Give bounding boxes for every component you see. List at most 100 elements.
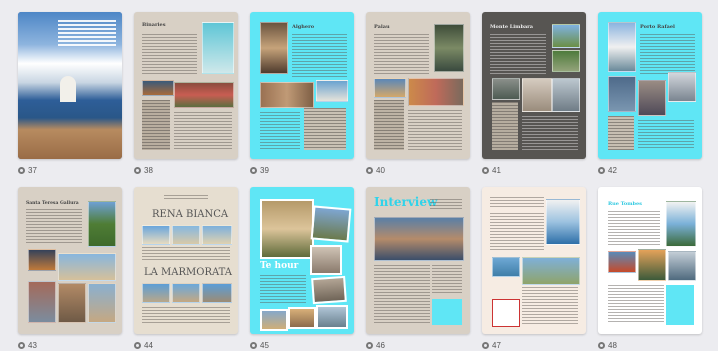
text-column (608, 116, 634, 150)
photo (58, 253, 116, 281)
page-title: Santa Teresa Gallura (26, 201, 79, 206)
page-number-41: 41 (482, 164, 501, 176)
comment-icon (366, 166, 373, 174)
page-number-45: 45 (250, 339, 269, 351)
photo (260, 22, 288, 74)
photo (546, 199, 580, 245)
photo (88, 201, 116, 247)
page-title: Binaries (142, 22, 166, 28)
photo (552, 24, 580, 48)
page-title: Monte Limbara (490, 24, 534, 30)
text-column (522, 287, 578, 325)
photo (608, 76, 636, 112)
text-column (304, 108, 346, 150)
photo (310, 205, 352, 243)
text-column (638, 120, 694, 150)
text-column (142, 34, 197, 74)
page-thumbnail-37[interactable] (18, 12, 122, 159)
subtitle-lines (164, 195, 208, 201)
comment-icon (134, 341, 141, 349)
photo (174, 82, 234, 108)
page-number-44: 44 (134, 339, 153, 351)
photo (172, 283, 200, 303)
text-column (608, 211, 660, 245)
photo (432, 299, 462, 325)
page-thumbnail-47[interactable] (482, 187, 586, 334)
page-thumbnail-grid: 37 Binaries 38 Alghero 39 Palau 40 Monte… (0, 0, 718, 350)
text-column (142, 307, 230, 325)
photo (316, 80, 348, 102)
page-thumbnail-45[interactable]: Te hour (250, 187, 354, 334)
page-title: Porto Rafael (640, 24, 675, 30)
photo (666, 201, 696, 247)
photo (202, 225, 232, 245)
page-thumbnail-40[interactable]: Palau (366, 12, 470, 159)
photo (552, 50, 580, 72)
comment-icon (250, 341, 257, 349)
photo (311, 275, 347, 305)
comment-icon (598, 341, 605, 349)
text-column (608, 285, 664, 323)
page-thumbnail-44[interactable]: RENA BIANCA LA MARMORATA (134, 187, 238, 334)
photo (142, 283, 170, 303)
page-thumbnail-46[interactable]: Interview (366, 187, 470, 334)
text-column (174, 112, 232, 150)
photo (374, 78, 406, 98)
photo (408, 78, 464, 106)
photo (374, 217, 464, 261)
comment-icon (18, 166, 25, 174)
page-thumbnail-48[interactable]: Rue Tombes (598, 187, 702, 334)
page-number-40: 40 (366, 164, 385, 176)
text-column (260, 275, 306, 303)
text-column (26, 209, 82, 243)
text-column (408, 110, 462, 150)
photo (260, 82, 314, 108)
text-column (490, 34, 546, 74)
text-column (292, 34, 347, 79)
comment-icon (482, 166, 489, 174)
page-number-37: 37 (18, 164, 37, 176)
headline-bottom: LA MARMORATA (144, 267, 233, 278)
photo (668, 251, 696, 281)
page-title: Palau (374, 24, 390, 30)
photo (552, 78, 580, 112)
text-column (522, 116, 578, 150)
page-thumbnail-42[interactable]: Porto Rafael (598, 12, 702, 159)
photo (310, 245, 342, 275)
photo (608, 251, 636, 273)
photo (522, 78, 552, 112)
page-thumbnail-43[interactable]: Santa Teresa Gallura (18, 187, 122, 334)
chapel-shape (60, 76, 76, 102)
title-lines (490, 197, 544, 209)
photo (492, 78, 520, 100)
photo (434, 24, 464, 72)
photo (28, 281, 56, 323)
photo (28, 249, 56, 271)
photo (288, 307, 316, 329)
photo (142, 225, 170, 245)
page-thumbnail-41[interactable]: Monte Limbara (482, 12, 586, 159)
headline-top: RENA BIANCA (152, 209, 229, 220)
page-thumbnail-39[interactable]: Alghero (250, 12, 354, 159)
photo (666, 285, 694, 325)
comment-icon (366, 341, 373, 349)
cover-title-block (58, 20, 116, 46)
page-title: Rue Tombes (608, 201, 642, 207)
comment-icon (250, 166, 257, 174)
photo (492, 257, 520, 277)
photo (260, 199, 314, 259)
photo (316, 305, 348, 329)
page-number-43: 43 (18, 339, 37, 351)
headline: Interview (374, 195, 438, 209)
photo (202, 22, 234, 74)
page-thumbnail-38[interactable]: Binaries (134, 12, 238, 159)
page-number-47: 47 (482, 339, 501, 351)
comment-icon (598, 166, 605, 174)
photo (492, 299, 520, 327)
text-column (374, 265, 430, 325)
page-number-48: 48 (598, 339, 617, 351)
text-column (640, 34, 695, 76)
photo (172, 225, 200, 245)
photo (668, 72, 696, 102)
text-column (374, 100, 404, 150)
